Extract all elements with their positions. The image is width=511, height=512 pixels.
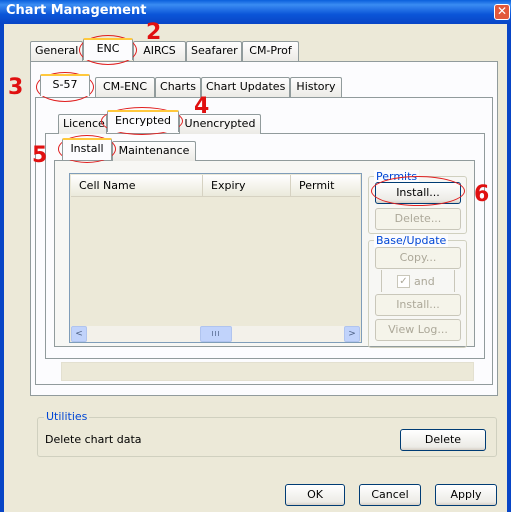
window-frame-right <box>507 24 511 512</box>
tab-s57[interactable]: S-57 <box>40 74 90 96</box>
annotation-number-6: 6 <box>474 182 490 207</box>
base-install-button: Install... <box>375 294 461 316</box>
tab-enc[interactable]: ENC <box>83 38 133 60</box>
permits-delete-button: Delete... <box>375 208 461 230</box>
close-icon[interactable]: ✕ <box>494 4 510 20</box>
tab-maintenance[interactable]: Maintenance <box>112 141 196 161</box>
window-frame-left <box>0 24 4 512</box>
scroll-thumb[interactable]: III <box>200 326 232 342</box>
column-permit[interactable]: Permit <box>291 175 360 197</box>
copy-button: Copy... <box>375 247 461 269</box>
list-header: Cell Name Expiry Permit <box>71 175 360 197</box>
scroll-left-icon[interactable]: < <box>71 326 87 342</box>
status-strip <box>61 362 474 381</box>
annotation-number-3: 3 <box>8 75 24 100</box>
and-checkbox: ✓ <box>397 275 410 288</box>
tab-install[interactable]: Install <box>62 138 112 160</box>
cancel-button[interactable]: Cancel <box>359 484 421 506</box>
column-cell-name[interactable]: Cell Name <box>71 175 203 197</box>
tab-unencrypted[interactable]: Unencrypted <box>179 114 261 134</box>
annotation-number-4: 4 <box>194 94 210 119</box>
tab-chart-updates[interactable]: Chart Updates <box>201 77 290 97</box>
window-title: Chart Management <box>6 3 147 18</box>
tab-history[interactable]: History <box>290 77 342 97</box>
delete-chart-data-label: Delete chart data <box>45 433 142 446</box>
ok-button[interactable]: OK <box>285 484 345 506</box>
view-log-button: View Log... <box>375 319 461 341</box>
and-label: and <box>414 275 435 288</box>
tab-encrypted[interactable]: Encrypted <box>107 110 179 132</box>
horizontal-scrollbar[interactable]: < III > <box>71 326 360 342</box>
tab-general[interactable]: General <box>30 41 83 61</box>
annotation-ring-permits-install <box>371 176 465 206</box>
base-update-title: Base/Update <box>374 234 449 247</box>
annotation-number-5: 5 <box>32 143 48 168</box>
tab-seafarer[interactable]: Seafarer <box>186 41 242 61</box>
tab-cm-enc[interactable]: CM-ENC <box>95 77 155 97</box>
scroll-right-icon[interactable]: > <box>344 326 360 342</box>
tab-licence[interactable]: Licence <box>58 114 107 134</box>
delete-chart-data-button[interactable]: Delete <box>400 429 486 451</box>
cell-list[interactable]: Cell Name Expiry Permit < III > <box>69 173 362 343</box>
annotation-number-2: 2 <box>146 20 162 45</box>
utilities-title: Utilities <box>44 410 90 423</box>
apply-button[interactable]: Apply <box>435 484 497 506</box>
column-expiry[interactable]: Expiry <box>203 175 291 197</box>
tab-cm-prof[interactable]: CM-Prof <box>242 41 299 61</box>
